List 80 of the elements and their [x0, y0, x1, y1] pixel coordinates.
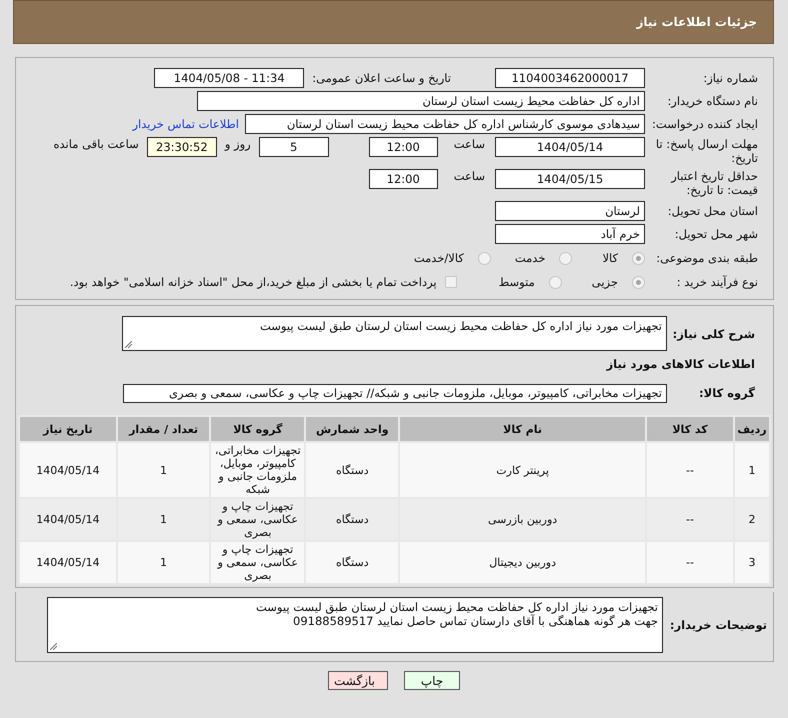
table-cell: دستگاه — [306, 443, 398, 497]
option-label: کالا/خدمت — [414, 251, 464, 265]
value-field: 1104003462000017 — [495, 68, 645, 88]
resize-grip-icon[interactable] — [125, 341, 132, 348]
table-cell: دستگاه — [306, 499, 398, 540]
field-label: شهر محل تحویل: — [674, 227, 759, 241]
value-field: 23:30:52 — [146, 137, 217, 157]
value-field: 1404/05/14 — [495, 137, 645, 157]
notes-line: جهت هر گونه هماهنگی با آقای دارستان تماس حاصل نمایید 09188589517 — [292, 614, 658, 628]
table-cell: 1 — [118, 542, 210, 583]
value-field: 12:00 — [368, 137, 438, 157]
column-header: گروه کالا — [211, 417, 304, 441]
table-cell: -- — [646, 443, 734, 497]
table-cell: 3 — [735, 542, 769, 583]
value-field: 12:00 — [368, 169, 438, 189]
field-label: توضیحات خریدار: — [668, 618, 768, 632]
table-cell: تجهیزات چاپ و عکاسی، سمعی و بصری — [211, 499, 304, 540]
table-cell: پرینتر کارت — [400, 443, 645, 497]
field-label: گروه کالا: — [698, 386, 755, 400]
radio-button[interactable] — [632, 252, 645, 264]
field-label: مهلت ارسال پاسخ: تا تاریخ: — [654, 137, 759, 165]
page-title: جزئیات اطلاعات نیاز — [13, 0, 774, 44]
back-button[interactable]: بازگشت — [328, 671, 388, 690]
value-field: خرم آباد — [495, 224, 645, 244]
column-header: کد کالا — [646, 417, 734, 441]
table-cell: -- — [646, 542, 734, 583]
value-field: 5 — [258, 137, 329, 157]
option-label: متوسط — [498, 275, 535, 289]
print-button[interactable]: چاپ — [404, 671, 460, 690]
checkbox[interactable] — [444, 276, 457, 288]
radio-button[interactable] — [478, 252, 491, 264]
option-label: خدمت — [514, 251, 546, 265]
value-field: لرستان — [495, 201, 645, 221]
value-field: سیدهادی موسوی کارشناس اداره کل حفاظت محیط زیست استان لرستان — [245, 114, 645, 134]
column-header: تعداد / مقدار — [118, 417, 210, 441]
table-cell: تجهیزات چاپ و عکاسی، سمعی و بصری — [211, 542, 304, 583]
field-label: استان محل تحویل: — [666, 204, 759, 218]
table-cell: 2 — [735, 499, 769, 540]
field-label: تاریخ و ساعت اعلان عمومی: — [312, 71, 451, 85]
table-cell: دوربین بازرسی — [400, 499, 645, 540]
radio-button[interactable] — [548, 276, 562, 288]
table-cell: 1404/05/14 — [20, 542, 116, 583]
field-label: شرح کلی نیاز: — [672, 326, 755, 340]
radio-button[interactable] — [632, 276, 645, 288]
resize-grip-icon[interactable] — [50, 643, 57, 650]
table-cell: 1404/05/14 — [20, 499, 116, 540]
section-title: اطلاعات کالاهای مورد نیاز — [605, 357, 755, 371]
radio-button[interactable] — [559, 252, 572, 264]
column-header: نام کالا — [400, 417, 645, 441]
table-cell: -- — [646, 499, 734, 540]
field-label: ایجاد کننده درخواست: — [651, 117, 759, 131]
value-field: تجهیزات مخابراتی، کامپیوتر، موبایل، ملزومات جانبی و شبکه// تجهیزات چاپ و عکاسی، سمعی و بصری — [123, 384, 667, 402]
field-label: شماره نیاز: — [702, 71, 759, 85]
column-header: تاریخ نیاز — [20, 417, 116, 441]
table-cell: 1404/05/14 — [20, 443, 116, 497]
field-label: نوع فرآیند خرید : — [676, 275, 759, 289]
table-cell: 1 — [118, 499, 210, 540]
description-field: تجهیزات مورد نیاز اداره کل حفاظت محیط زیست استان لرستان طبق لیست پیوست — [122, 316, 667, 351]
column-header: ردیف — [735, 417, 769, 441]
field-label: ساعت — [454, 137, 485, 151]
value-field: 1404/05/08 - 11:34 — [154, 68, 304, 88]
checkbox-label: پرداخت تمام یا بخشی از مبلغ خرید،از محل "اسناد خزانه اسلامی" خواهد بود. — [70, 275, 437, 289]
field-label: ساعت باقی مانده — [54, 137, 139, 151]
column-header: واحد شمارش — [306, 417, 398, 441]
value-field: اداره کل حفاظت محیط زیست استان لرستان — [197, 91, 645, 111]
table-cell: 1 — [118, 443, 210, 497]
contact-link[interactable]: اطلاعات تماس خریدار — [132, 117, 239, 131]
table-cell: دستگاه — [306, 542, 398, 583]
table-cell: تجهیزات مخابراتی، کامپیوتر، موبایل، ملزومات جانبی و شبکه — [211, 443, 304, 497]
table-cell: 1 — [735, 443, 769, 497]
value-field: 1404/05/15 — [495, 169, 645, 189]
option-label: جزیی — [592, 275, 618, 289]
option-label: کالا — [602, 251, 618, 265]
field-label: طبقه بندی موضوعی: — [655, 251, 759, 265]
notes-line: تجهیزات مورد نیاز اداره کل حفاظت محیط زیست استان لرستان طبق لیست پیوست — [255, 600, 658, 614]
field-label: روز و — [224, 137, 251, 151]
field-label: ساعت — [454, 169, 485, 183]
field-label: نام دستگاه خریدار: — [666, 94, 759, 108]
field-label: حداقل تاریخ اعتبار قیمت: تا تاریخ: — [670, 169, 759, 197]
table-cell: دوربین دیجیتال — [400, 542, 645, 583]
